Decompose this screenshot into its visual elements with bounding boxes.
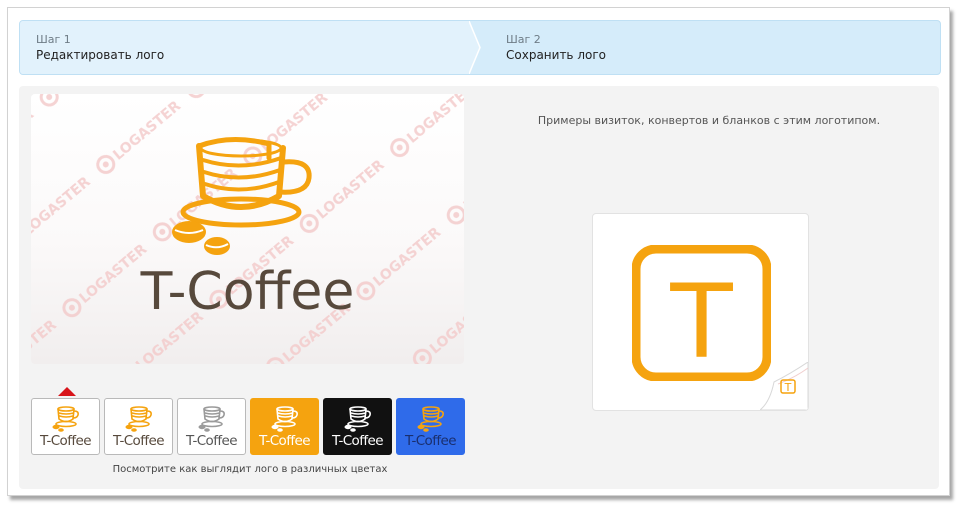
svg-text:T: T — [784, 381, 792, 394]
variant-label: T-Coffee — [40, 433, 91, 449]
color-variant-1[interactable]: T-Coffee — [31, 398, 100, 455]
step-2[interactable]: Шаг 2 Сохранить лого — [506, 33, 606, 64]
coffee-cup-logo-icon — [172, 136, 312, 255]
step-separator-icon — [469, 21, 481, 74]
variant-label: T-Coffee — [405, 433, 456, 449]
coffee-cup-icon — [52, 406, 79, 432]
content-panel: LOGASTER — [19, 86, 939, 489]
variant-label: T-Coffee — [186, 433, 237, 449]
coffee-cup-icon — [417, 406, 444, 432]
color-variants: T-Coffee T-Coffee T-Coffee T-Coffee T-Co… — [31, 398, 469, 458]
coffee-cup-icon — [271, 406, 298, 432]
coffee-cup-icon — [344, 406, 371, 432]
step-1-label: Редактировать лого — [36, 48, 165, 62]
steps-bar: Шаг 1 Редактировать лого Шаг 2 Сохранить… — [19, 20, 941, 75]
logo-preview: LOGASTER — [31, 94, 464, 364]
variant-label: T-Coffee — [113, 433, 164, 449]
variant-label: T-Coffee — [259, 433, 310, 449]
step-2-number: Шаг 2 — [506, 33, 541, 46]
coffee-cup-icon — [198, 406, 225, 432]
business-card-example[interactable]: T T — [592, 213, 809, 411]
svg-text:T: T — [669, 263, 733, 381]
color-variant-6[interactable]: T-Coffee — [396, 398, 465, 455]
editor-frame: Шаг 1 Редактировать лого Шаг 2 Сохранить… — [7, 7, 950, 496]
color-variants-caption: Посмотрите как выглядит лого в различных… — [112, 464, 388, 475]
selected-variant-pointer — [58, 387, 76, 396]
color-variant-4[interactable]: T-Coffee — [250, 398, 319, 455]
coffee-cup-icon — [125, 406, 152, 432]
t-letter-logo-icon: T — [632, 245, 771, 381]
card-stack-preview-icon: T — [760, 362, 808, 410]
step-2-label: Сохранить лого — [506, 48, 606, 62]
logo-name: T-Coffee — [140, 262, 355, 322]
examples-caption: Примеры визиток, конвертов и бланков с э… — [537, 114, 881, 127]
color-variant-5[interactable]: T-Coffee — [323, 398, 392, 455]
step-1-number: Шаг 1 — [36, 33, 71, 46]
color-variant-2[interactable]: T-Coffee — [104, 398, 173, 455]
color-variant-3[interactable]: T-Coffee — [177, 398, 246, 455]
variant-label: T-Coffee — [332, 433, 383, 449]
step-1[interactable]: Шаг 1 Редактировать лого — [36, 33, 164, 64]
